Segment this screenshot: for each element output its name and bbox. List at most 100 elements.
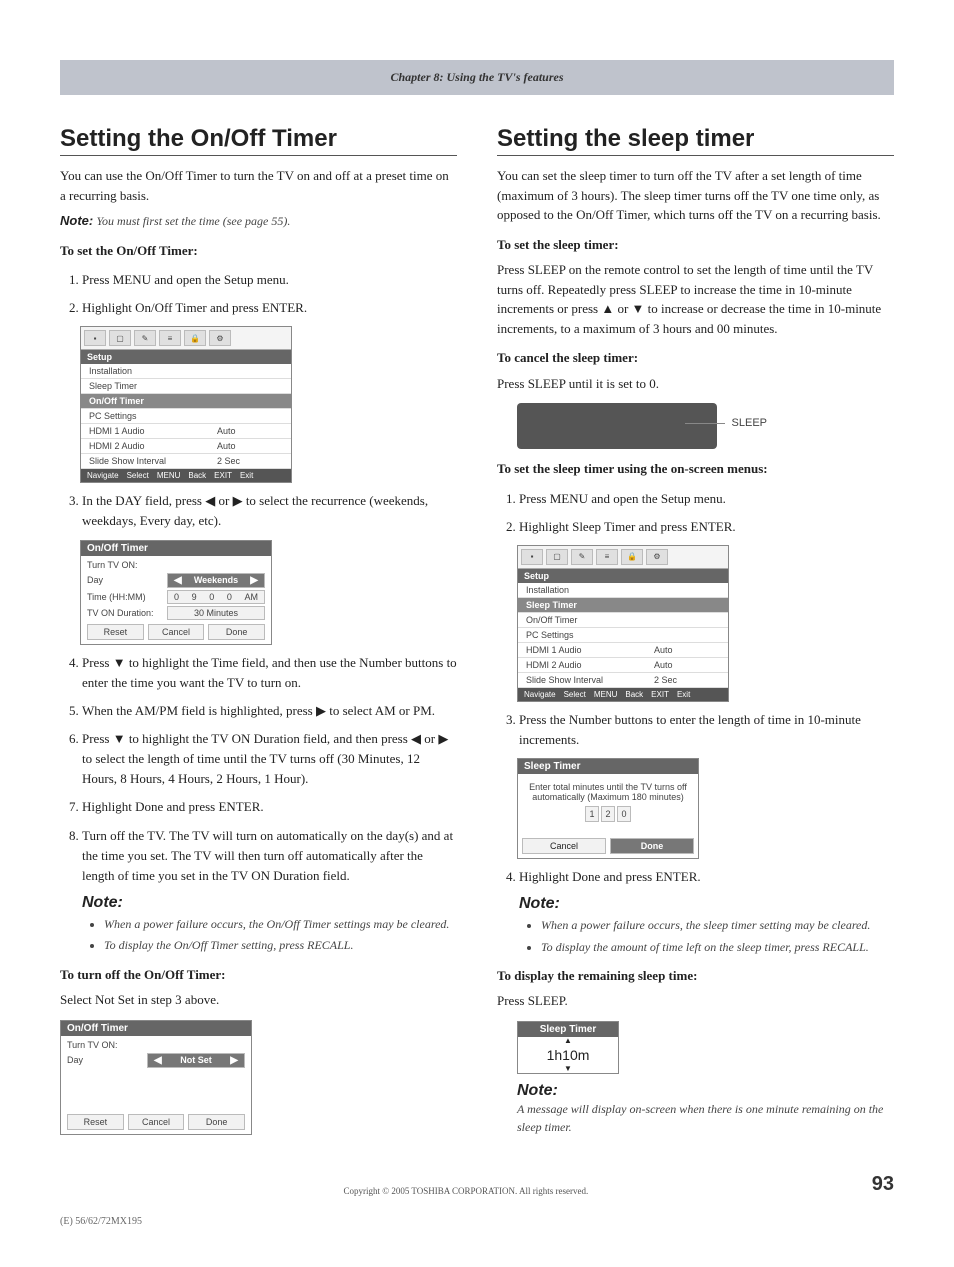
left-step2: Highlight On/Off Timer and press ENTER. [82, 298, 457, 318]
note-text: You must first set the time (see page 55… [96, 214, 290, 228]
right-title: Setting the sleep timer [497, 125, 894, 156]
note-label: Note: [60, 213, 93, 228]
tab-icon: ⚙ [209, 330, 231, 346]
onoff-reset2: Reset [67, 1114, 124, 1130]
osd-sel: Select [564, 690, 586, 699]
osd-back: Back [625, 690, 643, 699]
osd-item: Installation [518, 583, 728, 597]
note-label-r: Note: [519, 895, 560, 912]
onoff-day-label: Day [87, 575, 167, 585]
onoff-time-label: Time (HH:MM) [87, 592, 167, 602]
tab-icon: ✎ [134, 330, 156, 346]
right-lead2: To cancel the sleep timer: [497, 348, 894, 368]
note-ra: When a power failure occurs, the sleep t… [541, 917, 894, 934]
sleep-label: SLEEP [732, 417, 767, 429]
osd-item-hl: On/Off Timer [81, 394, 291, 408]
osd-val: 2 Sec [213, 454, 291, 468]
chapter-header: Chapter 8: Using the TV's features [60, 60, 894, 95]
osd-exit: Exit [240, 471, 253, 480]
osd-item: On/Off Timer [518, 613, 728, 627]
copyright: Copyright © 2005 TOSHIBA CORPORATION. Al… [60, 1186, 872, 1196]
onoff-duration-control: 30 Minutes [167, 606, 265, 620]
right-para2: Press SLEEP until it is set to 0. [497, 374, 894, 394]
left-lead2: To turn off the On/Off Timer: [60, 965, 457, 985]
osd-item: Slide Show Interval [81, 454, 213, 468]
onoff-day-control2: ◀Not Set▶ [147, 1053, 245, 1068]
onoff-cancel2: Cancel [128, 1114, 185, 1130]
sleep-remaining: 1h10m [518, 1045, 618, 1065]
right-lead1: To set the sleep timer: [497, 235, 894, 255]
osd-item: HDMI 1 Audio [518, 643, 650, 657]
tab-icon: ≡ [159, 330, 181, 346]
sleep-title: Sleep Timer [518, 759, 698, 774]
sleep-done: Done [610, 838, 694, 854]
osd-val: Auto [650, 658, 728, 672]
tab-icon: ✎ [571, 549, 593, 565]
left-step5: When the AM/PM field is highlighted, pre… [82, 701, 457, 721]
osd-back: Back [188, 471, 206, 480]
sleep-panel: Sleep Timer Enter total minutes until th… [517, 758, 699, 859]
onoff-title2: On/Off Timer [61, 1021, 251, 1036]
tab-icon: ▪ [84, 330, 106, 346]
osd-item: PC Settings [81, 409, 291, 423]
left-step6: Press ▼ to highlight the TV ON Duration … [82, 729, 457, 789]
left-intro: You can use the On/Off Timer to turn the… [60, 166, 457, 205]
tri-down-icon: ▼ [518, 1065, 618, 1073]
right-lead4: To display the remaining sleep time: [497, 966, 894, 986]
onoff-day-control: ◀Weekends▶ [167, 573, 265, 588]
note2b: To display the On/Off Timer setting, pre… [104, 937, 457, 954]
osd-val: Auto [650, 643, 728, 657]
left-step8: Turn off the TV. The TV will turn on aut… [82, 826, 457, 886]
osd-item: PC Settings [518, 628, 728, 642]
note-rb: To display the amount of time left on th… [541, 939, 894, 956]
osd-val: Auto [213, 424, 291, 438]
right-step2: Highlight Sleep Timer and press ENTER. [519, 517, 894, 537]
tab-icon: ⚙ [646, 549, 668, 565]
left-step1: Press MENU and open the Setup menu. [82, 270, 457, 290]
sleep-msg: Enter total minutes until the TV turns o… [526, 782, 690, 802]
left-turnoff: Select Not Set in step 3 above. [60, 990, 457, 1010]
right-step1: Press MENU and open the Setup menu. [519, 489, 894, 509]
osd-item: HDMI 2 Audio [518, 658, 650, 672]
osd-item: Sleep Timer [81, 379, 291, 393]
onoff-cancel: Cancel [148, 624, 205, 640]
osd-sel: Select [127, 471, 149, 480]
sleep-time-panel: Sleep Timer ▲ 1h10m ▼ [517, 1021, 619, 1074]
tab-icon: ▪ [521, 549, 543, 565]
tab-icon: ≡ [596, 549, 618, 565]
osd-title-r: Setup [518, 569, 728, 583]
osd-exit-btn: EXIT [651, 690, 669, 699]
onoff-turnon: Turn TV ON: [87, 560, 265, 570]
osd-title: Setup [81, 350, 291, 364]
onoff-done2: Done [188, 1114, 245, 1130]
onoff-duration-label: TV ON Duration: [87, 608, 167, 618]
left-step4: Press ▼ to highlight the Time field, and… [82, 653, 457, 693]
osd-item: Installation [81, 364, 291, 378]
note2-label: Note: [82, 894, 123, 911]
left-column: Setting the On/Off Timer You can use the… [60, 125, 457, 1143]
osd-nav: Navigate [87, 471, 119, 480]
onoff-day-label2: Day [67, 1055, 147, 1065]
onoff-panel: On/Off Timer Turn TV ON: Day ◀Weekends▶ … [80, 540, 272, 645]
sleep-d3: 0 [617, 806, 631, 822]
osd-back-btn: MENU [157, 471, 181, 480]
right-step3: Press the Number buttons to enter the le… [519, 710, 894, 750]
note2a: When a power failure occurs, the On/Off … [104, 916, 457, 933]
remote-diagram: SLEEP [517, 403, 717, 449]
note2-label-r: Note: [517, 1082, 558, 1099]
sleep-time-title: Sleep Timer [518, 1022, 618, 1037]
osd-back-btn: MENU [594, 690, 618, 699]
osd-item: HDMI 2 Audio [81, 439, 213, 453]
onoff-panel-notset: On/Off Timer Turn TV ON: Day ◀Not Set▶ R… [60, 1020, 252, 1135]
osd-item: HDMI 1 Audio [81, 424, 213, 438]
model-code: (E) 56/62/72MX195 [60, 1216, 894, 1227]
right-lead3: To set the sleep timer using the on-scre… [497, 459, 894, 479]
osd-item-hl: Sleep Timer [518, 598, 728, 612]
osd-val: 2 Sec [650, 673, 728, 687]
note2-r: A message will display on-screen when th… [517, 1102, 883, 1134]
right-step4: Highlight Done and press ENTER. [519, 867, 894, 887]
tab-icon: ▢ [109, 330, 131, 346]
osd-exit-btn: EXIT [214, 471, 232, 480]
left-title: Setting the On/Off Timer [60, 125, 457, 156]
tab-icon: 🔒 [184, 330, 206, 346]
